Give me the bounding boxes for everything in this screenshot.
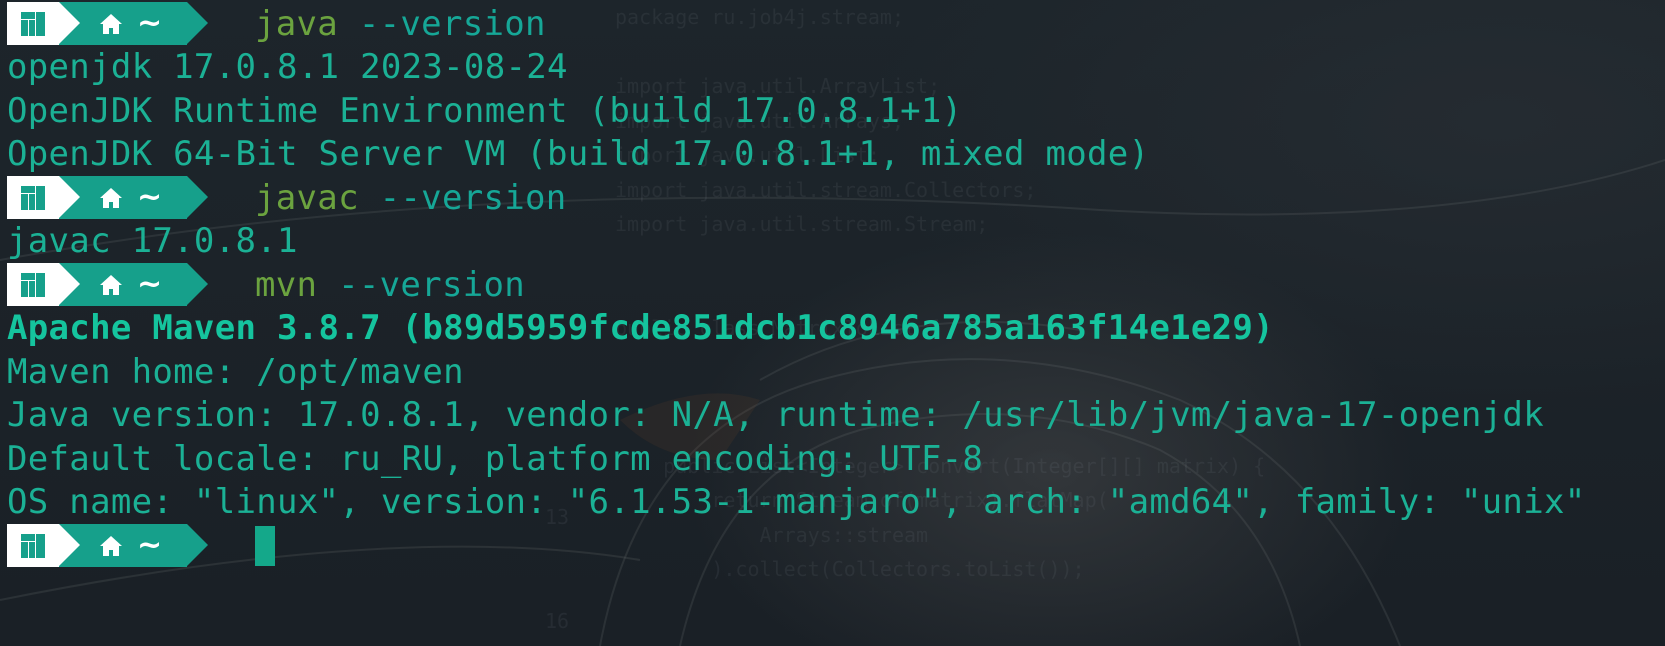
shell-prompt: ~ — [7, 263, 208, 307]
command-args: --version — [338, 264, 526, 305]
prompt-logo-segment — [7, 2, 80, 46]
output-line: javac 17.0.8.1 — [7, 221, 298, 262]
manjaro-logo-icon — [21, 533, 45, 558]
command-name: javac — [255, 177, 359, 218]
text-cursor[interactable] — [255, 525, 275, 566]
prompt-logo-segment — [7, 176, 80, 220]
output-line: Java version: 17.0.8.1, vendor: N/A, run… — [7, 395, 1544, 436]
prompt-logo-segment — [7, 263, 80, 307]
output-line: Apache Maven 3.8.7 (b89d5959fcde851dcb1c… — [7, 308, 1274, 349]
prompt-directory: ~ — [137, 527, 163, 563]
output-line: Maven home: /opt/maven — [7, 351, 464, 392]
prompt-directory: ~ — [137, 5, 163, 41]
home-icon — [100, 274, 122, 295]
command-name: mvn — [255, 264, 318, 305]
output-line: OS name: "linux", version: "6.1.53-1-man… — [7, 482, 1586, 523]
shell-prompt: ~ — [7, 2, 208, 46]
manjaro-logo-icon — [21, 11, 45, 36]
terminal[interactable]: ~ java --version openjdk 17.0.8.1 2023-0… — [7, 2, 1665, 568]
output-line: openjdk 17.0.8.1 2023-08-24 — [7, 47, 568, 88]
shell-prompt: ~ — [7, 524, 208, 568]
shell-prompt: ~ — [7, 176, 208, 220]
prompt-directory: ~ — [137, 266, 163, 302]
manjaro-logo-icon — [21, 185, 45, 210]
manjaro-logo-icon — [21, 272, 45, 297]
output-line: Default locale: ru_RU, platform encoding… — [7, 438, 984, 479]
prompt-line: ~ javac --version — [7, 176, 1665, 220]
prompt-line: ~ mvn --version — [7, 263, 1665, 307]
prompt-directory: ~ — [137, 179, 163, 215]
home-icon — [100, 187, 122, 208]
command-name: java — [255, 3, 339, 44]
command-args: --version — [379, 177, 567, 218]
prompt-line-current[interactable]: ~ — [7, 524, 1665, 568]
home-icon — [100, 535, 122, 556]
output-line: OpenJDK Runtime Environment (build 17.0.… — [7, 90, 963, 131]
prompt-logo-segment — [7, 524, 80, 568]
output-line: OpenJDK 64-Bit Server VM (build 17.0.8.1… — [7, 134, 1150, 175]
prompt-line: ~ java --version — [7, 2, 1665, 46]
home-icon — [100, 13, 122, 34]
command-args: --version — [358, 3, 546, 44]
